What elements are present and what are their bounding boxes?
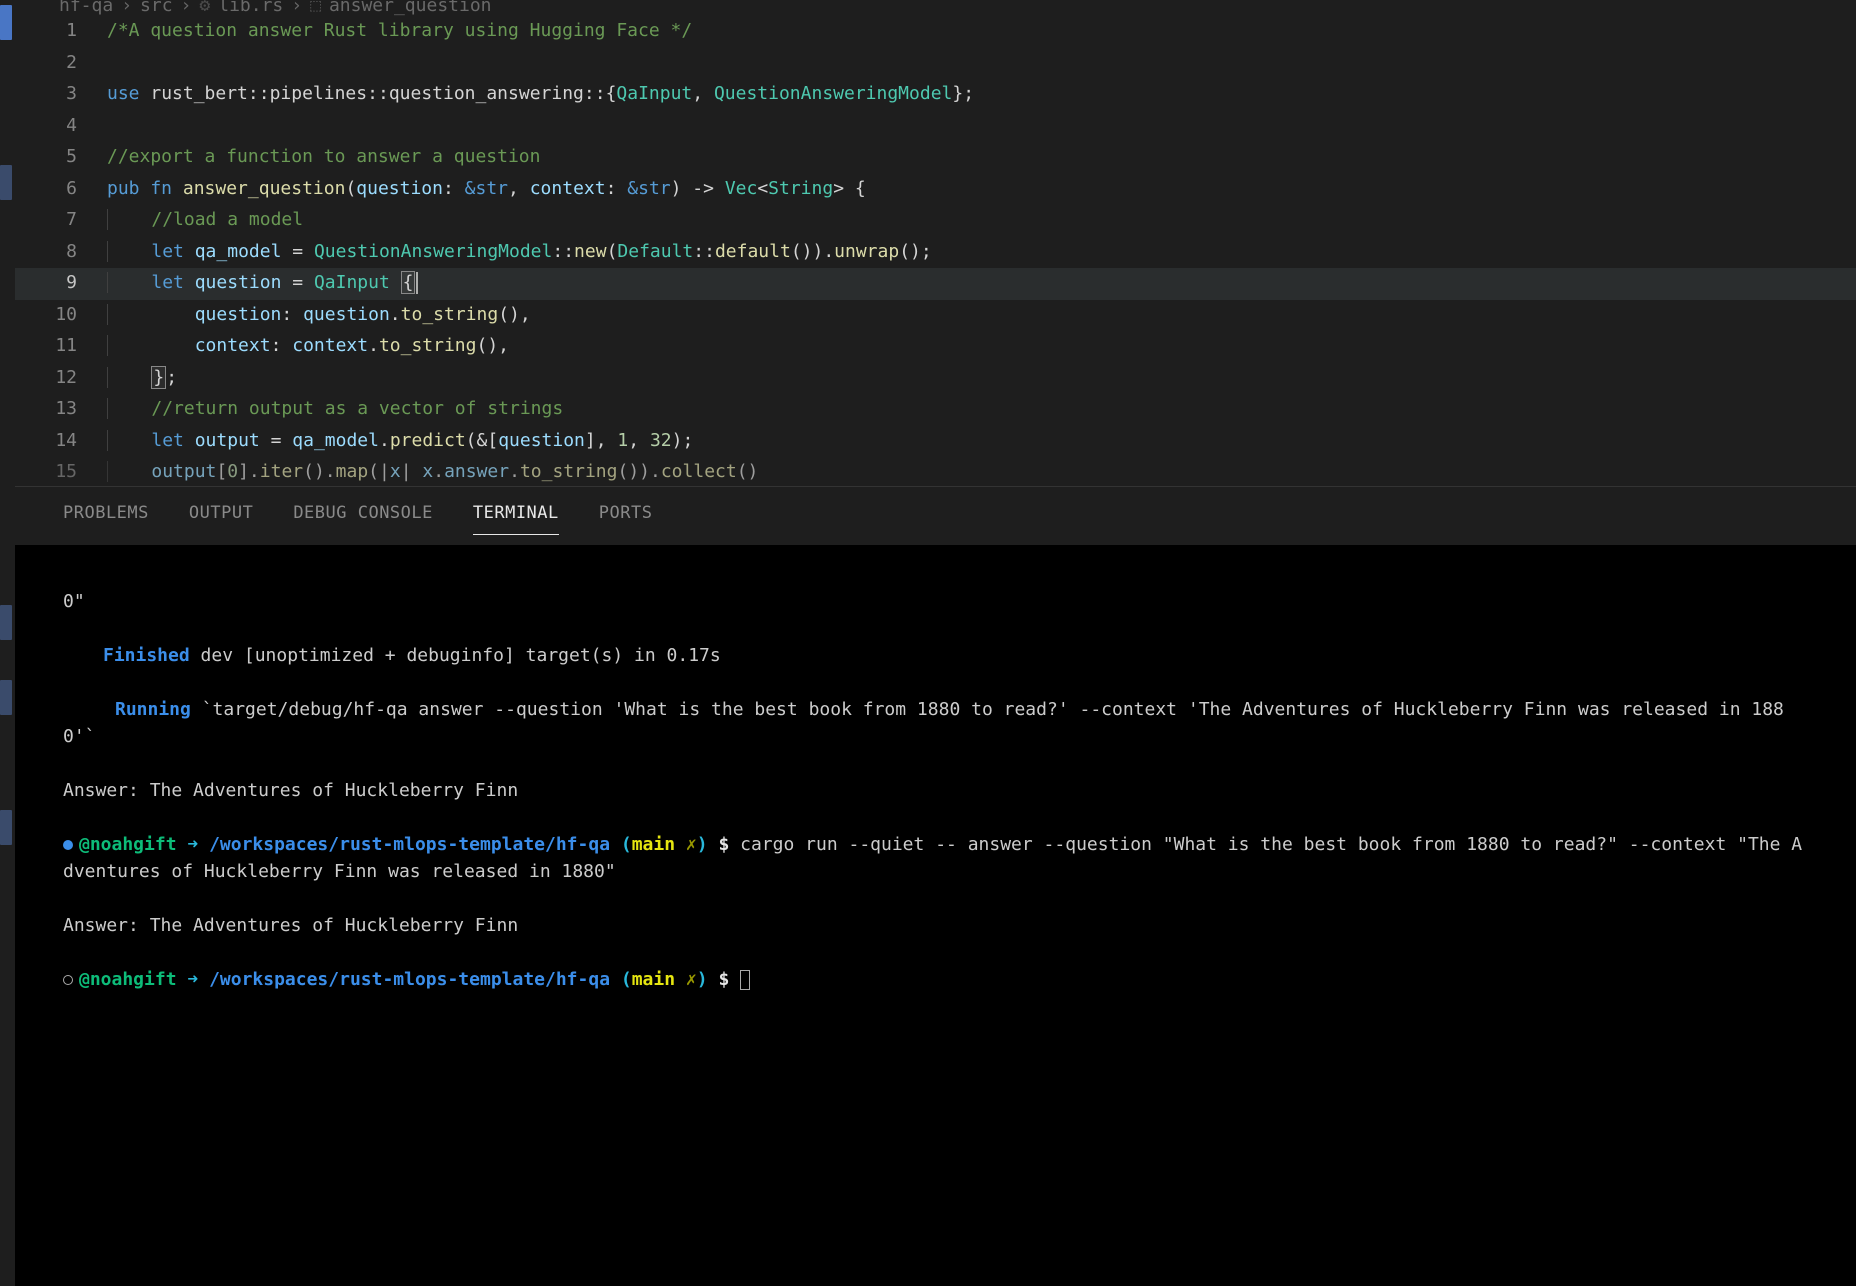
code-line[interactable]: 2 — [15, 48, 1856, 80]
line-number: 5 — [15, 142, 107, 173]
panel-tab-ports[interactable]: PORTS — [599, 499, 653, 535]
panel-tab-terminal[interactable]: TERMINAL — [473, 499, 559, 535]
terminal-branch: main — [632, 834, 675, 855]
terminal-cwd: /workspaces/rust-mlops-template/hf-qa — [209, 834, 610, 855]
code-content[interactable]: //export a function to answer a question — [107, 142, 1856, 173]
chevron-right-icon: › — [181, 0, 192, 16]
activity-item[interactable] — [0, 810, 12, 845]
code-line[interactable]: 13 //return output as a vector of string… — [15, 394, 1856, 426]
code-line[interactable]: 7 //load a model — [15, 205, 1856, 237]
code-line[interactable]: 8 let qa_model = QuestionAnsweringModel:… — [15, 237, 1856, 269]
line-number: 9 — [15, 268, 107, 299]
rust-file-icon: ⚙ — [199, 0, 210, 16]
panel-tab-debug-console[interactable]: DEBUG CONSOLE — [293, 499, 433, 535]
panel-tab-problems[interactable]: PROBLEMS — [63, 499, 149, 535]
code-content[interactable]: }; — [107, 363, 1856, 394]
line-number: 10 — [15, 300, 107, 331]
code-line[interactable]: 5//export a function to answer a questio… — [15, 142, 1856, 174]
line-number: 6 — [15, 174, 107, 205]
code-line[interactable]: 12 }; — [15, 363, 1856, 395]
terminal-user: @noahgift — [79, 834, 177, 855]
line-number: 8 — [15, 237, 107, 268]
code-content[interactable]: let qa_model = QuestionAnsweringModel::n… — [107, 237, 1856, 268]
terminal-running-label: Running — [115, 699, 191, 720]
line-number: 13 — [15, 394, 107, 425]
breadcrumb-symbol[interactable]: answer_question — [329, 0, 492, 16]
line-number: 3 — [15, 79, 107, 110]
code-line[interactable]: 6pub fn answer_question(question: &str, … — [15, 174, 1856, 206]
activity-item[interactable] — [0, 680, 12, 715]
line-number: 14 — [15, 426, 107, 457]
code-line[interactable]: 1/*A question answer Rust library using … — [15, 16, 1856, 48]
activity-item[interactable] — [0, 5, 12, 40]
terminal-finished-label: Finished — [103, 645, 190, 666]
line-number: 7 — [15, 205, 107, 236]
terminal-text: dev [unoptimized + debuginfo] target(s) … — [190, 645, 721, 666]
terminal-text: `target/debug/hf-qa answer --question 'W… — [63, 699, 1784, 747]
code-content[interactable]: let output = qa_model.predict(&[question… — [107, 426, 1856, 457]
dirty-indicator-icon — [63, 840, 73, 850]
panel-tab-output[interactable]: OUTPUT — [189, 499, 253, 535]
activity-item[interactable] — [0, 165, 12, 200]
bottom-panel: PROBLEMS OUTPUT DEBUG CONSOLE TERMINAL PORTS… — [15, 486, 1856, 1286]
line-number: 15 — [15, 457, 107, 486]
terminal-cursor — [740, 970, 750, 990]
line-number: 4 — [15, 111, 107, 142]
code-line[interactable]: 3use rust_bert::pipelines::question_answ… — [15, 79, 1856, 111]
breadcrumb[interactable]: hf-qa › src › ⚙ lib.rs › ⬚ answer_questi… — [15, 0, 1856, 16]
code-line[interactable]: 4 — [15, 111, 1856, 143]
code-content[interactable]: output[0].iter().map(|x| x.answer.to_str… — [107, 457, 1856, 486]
breadcrumb-folder[interactable]: hf-qa — [59, 0, 113, 16]
code-line[interactable]: 15 output[0].iter().map(|x| x.answer.to_… — [15, 457, 1856, 486]
code-line[interactable]: 10 question: question.to_string(), — [15, 300, 1856, 332]
code-line[interactable]: 9 let question = QaInput { — [15, 268, 1856, 300]
activity-item[interactable] — [0, 605, 12, 640]
line-number: 11 — [15, 331, 107, 362]
chevron-right-icon: › — [291, 0, 302, 16]
code-content[interactable]: context: context.to_string(), — [107, 331, 1856, 362]
code-line[interactable]: 14 let output = qa_model.predict(&[quest… — [15, 426, 1856, 458]
code-content[interactable]: use rust_bert::pipelines::question_answe… — [107, 79, 1856, 110]
terminal-answer: Answer: The Adventures of Huckleberry Fi… — [63, 780, 518, 801]
terminal-arrow: ➜ — [177, 834, 210, 855]
panel-tabs: PROBLEMS OUTPUT DEBUG CONSOLE TERMINAL PORTS — [15, 487, 1856, 545]
terminal-user: @noahgift — [79, 969, 177, 990]
clean-indicator-icon — [63, 975, 73, 985]
editor-cursor — [416, 272, 418, 294]
terminal-answer: Answer: The Adventures of Huckleberry Fi… — [63, 915, 518, 936]
terminal-text: 0" — [63, 591, 85, 612]
breadcrumb-file[interactable]: lib.rs — [218, 0, 283, 16]
code-content[interactable]: //return output as a vector of strings — [107, 394, 1856, 425]
code-content[interactable]: /*A question answer Rust library using H… — [107, 16, 1856, 47]
chevron-right-icon: › — [121, 0, 132, 16]
code-content[interactable]: pub fn answer_question(question: &str, c… — [107, 174, 1856, 205]
activity-bar — [0, 0, 15, 1286]
code-content[interactable]: //load a model — [107, 205, 1856, 236]
line-number: 12 — [15, 363, 107, 394]
function-icon: ⬚ — [310, 0, 321, 16]
code-editor[interactable]: 1/*A question answer Rust library using … — [15, 16, 1856, 486]
code-line[interactable]: 11 context: context.to_string(), — [15, 331, 1856, 363]
line-number: 1 — [15, 16, 107, 47]
terminal-cwd: /workspaces/rust-mlops-template/hf-qa — [209, 969, 610, 990]
line-number: 2 — [15, 48, 107, 79]
code-content[interactable]: let question = QaInput { — [107, 268, 1856, 299]
code-content[interactable]: question: question.to_string(), — [107, 300, 1856, 331]
terminal[interactable]: 0" Finished dev [unoptimized + debuginfo… — [15, 545, 1856, 1036]
breadcrumb-subfolder[interactable]: src — [140, 0, 173, 16]
